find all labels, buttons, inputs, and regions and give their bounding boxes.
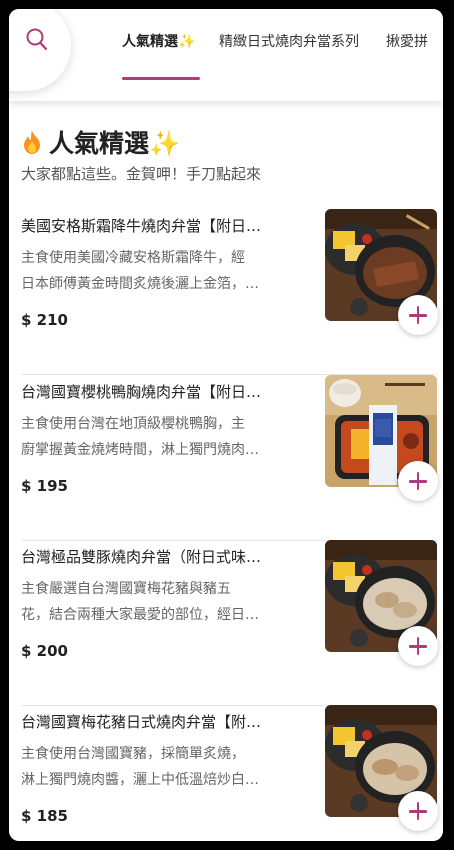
item-name: 台灣極品雙豚燒肉弁當（附日式味… (21, 548, 262, 566)
section-title: 人氣精選✨ (49, 129, 181, 158)
tab-list: 人氣精選✨ 精緻日式燒肉弁當系列 揪愛拼 (109, 9, 443, 101)
active-tab-indicator (122, 77, 200, 80)
item-description-line: 日本師傅黃金時間炙燒後灑上金箔，… (21, 276, 259, 292)
item-name: 台灣國寶梅花豬日式燒肉弁當【附… (21, 713, 262, 731)
item-price: $ 195 (21, 477, 68, 495)
item-description: 主食嚴選自台灣國寶梅花豬與豬五 花，結合兩種大家最愛的部位，經日… (21, 576, 309, 628)
add-to-cart-button[interactable] (398, 295, 438, 335)
menu-item[interactable]: 台灣國寶梅花豬日式燒肉弁當【附… 主食使用台灣國寶豬，採簡單炙燒， 淋上獨門燒肉… (21, 705, 438, 841)
item-price: $ 200 (21, 642, 68, 660)
item-description-line: 主食使用台灣國寶豬，採簡單炙燒， (21, 746, 245, 762)
item-description: 主食使用美國冷藏安格斯霜降牛，經 日本師傅黃金時間炙燒後灑上金箔，… (21, 245, 309, 297)
menu-item[interactable]: 台灣極品雙豚燒肉弁當（附日式味… 主食嚴選自台灣國寶梅花豬與豬五 花，結合兩種大… (21, 540, 438, 706)
add-to-cart-button[interactable] (398, 461, 438, 501)
category-tab-bar: 人氣精選✨ 精緻日式燒肉弁當系列 揪愛拼 (9, 9, 443, 101)
app-screen: 人氣精選✨ 精緻日式燒肉弁當系列 揪愛拼 人氣精選✨ 大家都點這些。金賀呷！手刀… (9, 9, 443, 841)
section-header: 人氣精選✨ (21, 124, 180, 160)
item-description-line: 花，結合兩種大家最愛的部位，經日… (21, 607, 259, 623)
tab-popular[interactable]: 人氣精選✨ (122, 31, 195, 51)
item-name: 台灣國寶櫻桃鴨胸燒肉弁當【附日… (21, 383, 262, 401)
tab-combo[interactable]: 揪愛拼 (386, 31, 428, 51)
item-price: $ 185 (21, 807, 68, 825)
item-description-line: 主食嚴選自台灣國寶梅花豬與豬五 (21, 581, 231, 597)
tab-bento-series[interactable]: 精緻日式燒肉弁當系列 (219, 31, 359, 51)
menu-item[interactable]: 台灣國寶櫻桃鴨胸燒肉弁當【附日… 主食使用台灣在地頂級櫻桃鴨胸，主 廚掌握黃金燒… (21, 375, 438, 541)
search-icon (26, 28, 48, 51)
item-price: $ 210 (21, 311, 68, 329)
item-description-line: 廚掌握黃金燒烤時間，淋上獨門燒肉… (21, 442, 259, 458)
search-button[interactable] (9, 9, 71, 91)
add-to-cart-button[interactable] (398, 626, 438, 666)
section-subtitle: 大家都點這些。金賀呷！手刀點起來 (21, 165, 262, 183)
add-to-cart-button[interactable] (398, 791, 438, 831)
menu-item[interactable]: 美國安格斯霜降牛燒肉弁當【附日… 主食使用美國冷藏安格斯霜降牛，經 日本師傅黃金… (21, 209, 438, 375)
item-description: 主食使用台灣在地頂級櫻桃鴨胸，主 廚掌握黃金燒烤時間，淋上獨門燒肉… (21, 411, 309, 463)
item-name: 美國安格斯霜降牛燒肉弁當【附日… (21, 217, 262, 235)
item-description: 主食使用台灣國寶豬，採簡單炙燒， 淋上獨門燒肉醬，灑上中低溫焙炒白… (21, 741, 309, 793)
item-description-line: 淋上獨門燒肉醬，灑上中低溫焙炒白… (21, 772, 259, 788)
item-description-line: 主食使用台灣在地頂級櫻桃鴨胸，主 (21, 416, 245, 432)
fire-icon (24, 130, 40, 154)
item-description-line: 主食使用美國冷藏安格斯霜降牛，經 (21, 250, 245, 266)
